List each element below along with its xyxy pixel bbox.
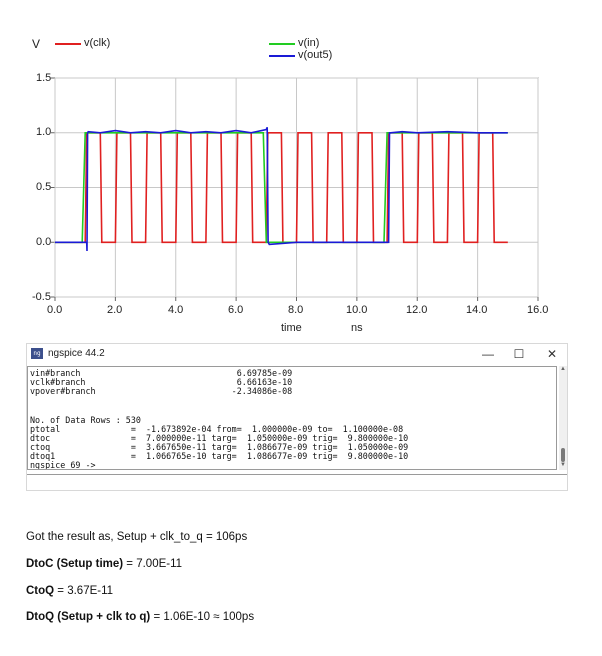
- ctoq-value: = 3.67E-11: [54, 585, 114, 597]
- minimize-button[interactable]: —: [479, 346, 497, 362]
- legend-swatch-out5: [269, 55, 295, 57]
- result-summary: Got the result as, Setup + clk_to_q = 10…: [26, 531, 248, 543]
- x-tick-label: 2.0: [107, 304, 123, 316]
- x-tick-label: 12.0: [406, 304, 428, 316]
- close-button[interactable]: ✕: [543, 346, 561, 362]
- ngspice-window: ng ngspice 44.2 — ☐ ✕ vin#branch 6.69785…: [26, 343, 568, 491]
- y-unit-label: V: [32, 37, 41, 51]
- x-tick-label: 4.0: [168, 304, 184, 316]
- waveform-plot: V v(clk) v(in) v(out5) 1.5 1.0 0.5 0.0 -…: [0, 0, 602, 342]
- window-title: ngspice 44.2: [48, 348, 105, 359]
- ctoq-label: CtoQ: [26, 585, 55, 597]
- scroll-down-icon[interactable]: ▼: [559, 462, 567, 470]
- scroll-up-icon[interactable]: ▲: [559, 366, 567, 374]
- maximize-button[interactable]: ☐: [510, 346, 528, 362]
- x-axis-label: time: [281, 322, 302, 334]
- console-scrollbar[interactable]: ▲ ▼: [559, 366, 567, 470]
- console-prompt: ngspice 69 ->: [30, 460, 96, 470]
- x-tick-label: 14.0: [466, 304, 488, 316]
- console-line: vpover#branch -2.34086e-08: [30, 386, 293, 396]
- y-tick-label: 1.0: [36, 126, 52, 138]
- ngspice-app-icon: ng: [31, 348, 43, 359]
- x-tick-label: 16.0: [527, 304, 549, 316]
- ctoq-result: CtoQ = 3.67E-11: [26, 585, 113, 597]
- x-tick-label: 10.0: [346, 304, 368, 316]
- scrollbar-thumb[interactable]: [561, 448, 565, 462]
- legend-label-in: v(in): [298, 37, 320, 49]
- y-tick-label: 1.5: [36, 72, 52, 84]
- legend-label-clk: v(clk): [84, 37, 111, 49]
- dtoq-result: DtoQ (Setup + clk to q) = 1.06E-10 ≈ 100…: [26, 611, 254, 623]
- dtoq-value: = 1.06E-10 ≈ 100ps: [150, 611, 255, 623]
- x-axis-unit: ns: [351, 322, 363, 334]
- legend-swatch-in: [269, 43, 295, 45]
- x-tick-label: 8.0: [288, 304, 304, 316]
- dtoc-value: = 7.00E-11: [123, 558, 183, 570]
- console-output[interactable]: vin#branch 6.69785e-09 vclk#branch 6.661…: [27, 366, 557, 470]
- command-input[interactable]: [27, 474, 567, 490]
- y-tick-label: 0.0: [36, 236, 52, 248]
- y-tick-label: 0.5: [36, 181, 52, 193]
- y-tick-label: -0.5: [32, 291, 51, 303]
- window-titlebar[interactable]: ng ngspice 44.2 — ☐ ✕: [27, 344, 567, 364]
- dtoc-label: DtoC (Setup time): [26, 558, 124, 570]
- dtoq-label: DtoQ (Setup + clk to q): [26, 611, 151, 623]
- legend-swatch-clk: [55, 43, 81, 45]
- x-tick-label: 6.0: [228, 304, 244, 316]
- dtoc-result: DtoC (Setup time) = 7.00E-11: [26, 558, 182, 570]
- legend-label-out5: v(out5): [298, 49, 333, 61]
- x-tick-label: 0.0: [47, 304, 63, 316]
